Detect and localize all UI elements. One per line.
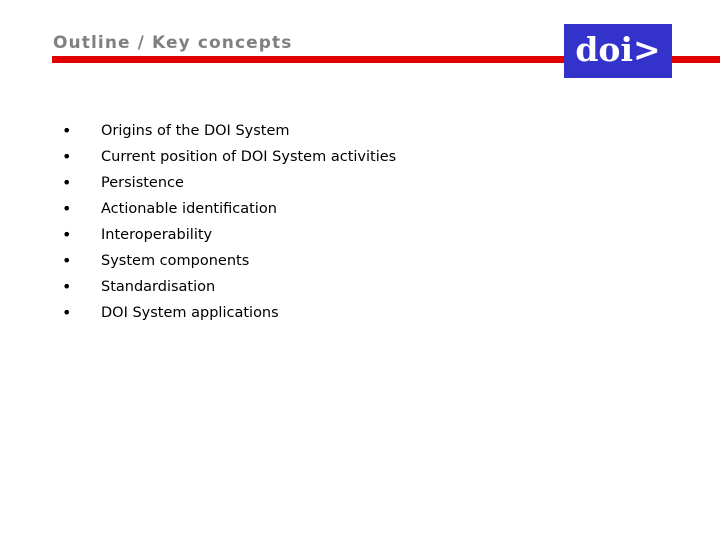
list-item-label: Interoperability bbox=[101, 227, 213, 243]
list-item-label: Actionable identification bbox=[101, 201, 277, 217]
bullet-icon: • bbox=[62, 173, 72, 192]
list-item-label: DOI System applications bbox=[101, 305, 279, 321]
list-item: • Interoperability bbox=[0, 222, 720, 248]
bullet-icon: • bbox=[62, 251, 72, 270]
page-title: Outline / Key concepts bbox=[53, 33, 293, 53]
list-item-label: System components bbox=[101, 253, 250, 269]
list-item: • Standardisation bbox=[0, 274, 720, 300]
list-item: • Actionable identification bbox=[0, 196, 720, 222]
bullet-icon: • bbox=[62, 225, 72, 244]
list-item-label: Origins of the DOI System bbox=[101, 123, 290, 139]
list-item-label: Standardisation bbox=[101, 279, 216, 295]
list-item: • Origins of the DOI System bbox=[0, 118, 720, 144]
list-item-label: Persistence bbox=[101, 175, 184, 191]
list-item: • DOI System applications bbox=[0, 300, 720, 326]
doi-logo: doi> bbox=[564, 24, 672, 78]
list-item: • System components bbox=[0, 248, 720, 274]
list-item-label: Current position of DOI System activitie… bbox=[101, 149, 397, 165]
slide-canvas: Outline / Key concepts doi> • Origins of … bbox=[0, 0, 720, 540]
bullet-icon: • bbox=[62, 147, 72, 166]
bullet-icon: • bbox=[62, 277, 72, 296]
doi-logo-text: doi> bbox=[575, 30, 661, 69]
bullet-icon: • bbox=[62, 121, 72, 140]
outline-bullet-list: • Origins of the DOI System • Current posit… bbox=[0, 118, 720, 326]
bullet-icon: • bbox=[62, 303, 72, 322]
list-item: • Current position of DOI System activiti… bbox=[0, 144, 720, 170]
bullet-icon: • bbox=[62, 199, 72, 218]
list-item: • Persistence bbox=[0, 170, 720, 196]
